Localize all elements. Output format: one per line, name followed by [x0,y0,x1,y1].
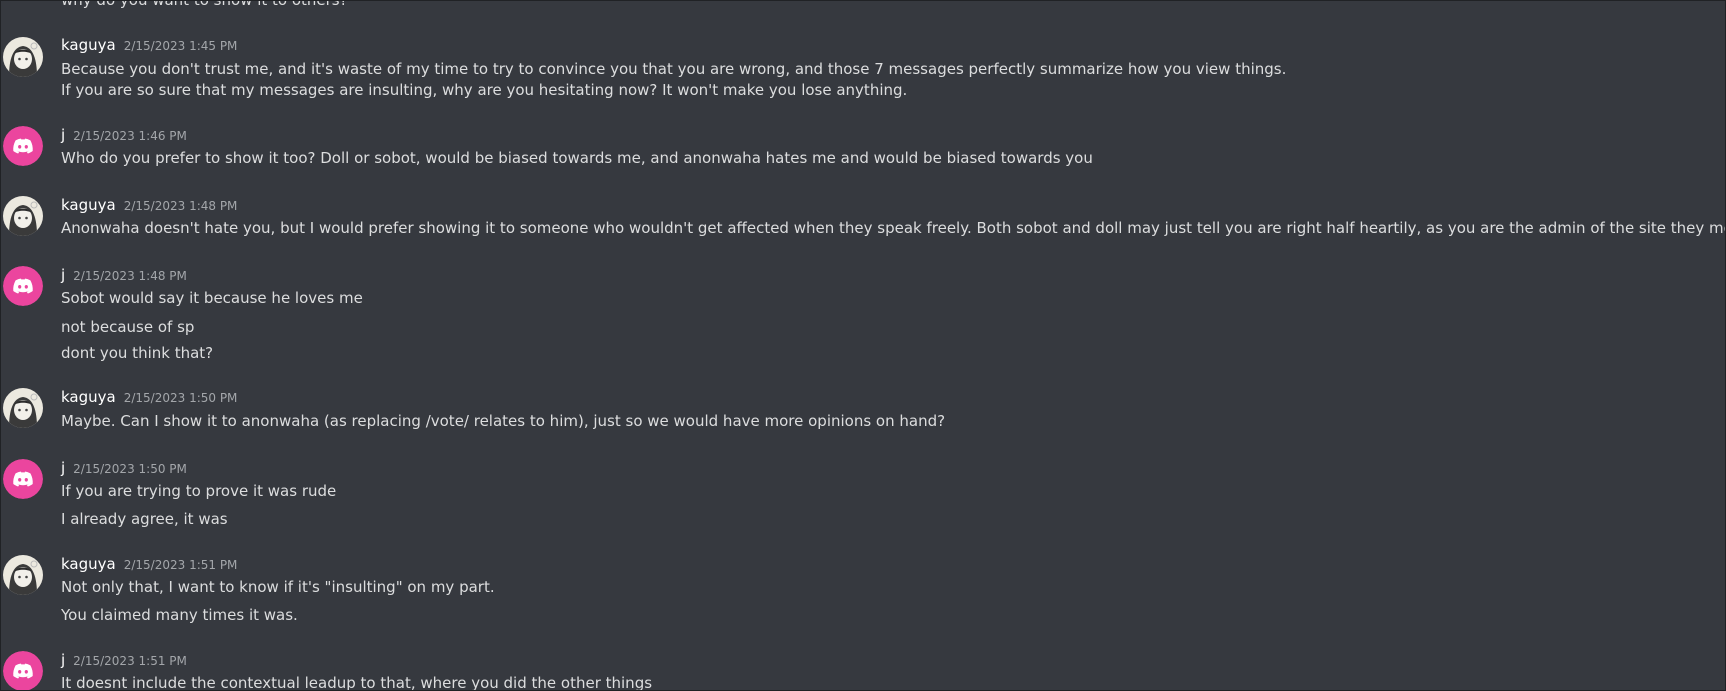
username[interactable]: kaguya [61,36,116,54]
timestamp: 2/15/2023 1:45 PM [123,39,238,53]
message-text: not because of sp [61,318,195,336]
message-header: j 2/15/2023 1:51 PM [61,650,187,670]
message-header: kaguya 2/15/2023 1:48 PM [61,195,237,215]
username[interactable]: j [61,126,65,144]
username[interactable]: j [61,266,65,284]
message-text: If you are so sure that my messages are … [61,81,908,99]
user-avatar-j[interactable] [3,126,43,166]
discord-logo-avatar-icon [3,126,43,166]
timestamp: 2/15/2023 1:51 PM [73,654,187,668]
timestamp: 2/15/2023 1:48 PM [73,269,187,283]
message-header: kaguya 2/15/2023 1:45 PM [61,35,237,55]
message-text: Who do you prefer to show it too? Doll o… [61,149,1093,167]
message-text: You claimed many times it was. [61,606,298,624]
message-text: dont you think that? [61,344,214,362]
chat-message-list: why do you want to show it to others? ka… [0,0,1726,691]
user-avatar-kaguya[interactable] [3,555,43,595]
username[interactable]: j [61,459,65,477]
message-header: j 2/15/2023 1:48 PM [61,265,187,285]
message-text: I already agree, it was [61,510,228,528]
username[interactable]: j [61,651,65,669]
message-text: Sobot would say it because he loves me [61,289,363,307]
anime-girl-avatar-icon [3,37,43,77]
username[interactable]: kaguya [61,196,116,214]
username[interactable]: kaguya [61,388,116,406]
user-avatar-kaguya[interactable] [3,196,43,236]
timestamp: 2/15/2023 1:50 PM [73,462,187,476]
user-avatar-j[interactable] [3,266,43,306]
timestamp: 2/15/2023 1:50 PM [123,391,238,405]
message-text: Because you don't trust me, and it's was… [61,60,1287,78]
discord-logo-avatar-icon [3,459,43,499]
message-text: It doesnt include the contextual leadup … [61,674,653,691]
message-header: j 2/15/2023 1:46 PM [61,125,187,145]
message-header: kaguya 2/15/2023 1:50 PM [61,387,237,407]
timestamp: 2/15/2023 1:46 PM [73,129,187,143]
message-text: Anonwaha doesn't hate you, but I would p… [61,219,1726,237]
message-text: If you are trying to prove it was rude [61,482,337,500]
anime-girl-avatar-icon [3,555,43,595]
user-avatar-j[interactable] [3,459,43,499]
username[interactable]: kaguya [61,555,116,573]
timestamp: 2/15/2023 1:48 PM [123,199,238,213]
anime-girl-avatar-icon [3,196,43,236]
user-avatar-kaguya[interactable] [3,37,43,77]
discord-logo-avatar-icon [3,651,43,690]
user-avatar-kaguya[interactable] [3,388,43,428]
message-text: why do you want to show it to others? [61,0,348,9]
message-header: kaguya 2/15/2023 1:51 PM [61,554,237,574]
message-text: Not only that, I want to know if it's "i… [61,578,495,596]
message-text: Maybe. Can I show it to anonwaha (as rep… [61,412,946,430]
user-avatar-j[interactable] [3,651,43,690]
message-header: j 2/15/2023 1:50 PM [61,458,187,478]
discord-logo-avatar-icon [3,266,43,306]
timestamp: 2/15/2023 1:51 PM [123,558,238,572]
anime-girl-avatar-icon [3,388,43,428]
